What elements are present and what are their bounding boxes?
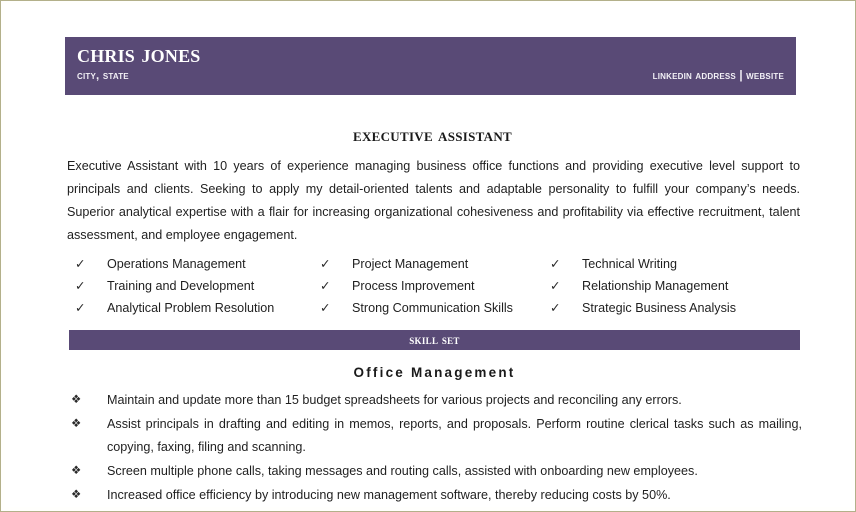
skill-item: ✓ Strategic Business Analysis [544, 300, 800, 322]
diamond-bullet-icon: ❖ [71, 489, 82, 501]
resume-page-body: Chris Jones City, State LinkedIn Address… [5, 5, 851, 507]
header-banner: Chris Jones City, State LinkedIn Address… [65, 37, 796, 95]
list-item-text: Screen multiple phone calls, taking mess… [107, 464, 698, 478]
skill-item: ✓ Project Management [314, 256, 544, 278]
skill-label: Process Improvement [352, 279, 475, 293]
skill-item: ✓ Strong Communication Skills [314, 300, 544, 322]
list-item-text: Assist principals in drafting and editin… [107, 417, 802, 454]
list-item-text: Increased office efficiency by introduci… [107, 488, 671, 502]
skill-item: ✓ Process Improvement [314, 278, 544, 300]
check-icon: ✓ [550, 257, 561, 271]
skill-item: ✓ Technical Writing [544, 256, 800, 278]
check-icon: ✓ [320, 279, 331, 293]
section-bar-skill-set: Skill set [69, 330, 800, 350]
list-item: ❖ Maintain and update more than 15 budge… [67, 389, 802, 412]
candidate-links[interactable]: LinkedIn Address | Website [653, 70, 786, 82]
list-item-text: Maintain and update more than 15 budget … [107, 393, 682, 407]
check-icon: ✓ [550, 301, 561, 315]
skill-item: ✓ Training and Development [69, 278, 314, 300]
check-icon: ✓ [75, 301, 86, 315]
check-icon: ✓ [320, 257, 331, 271]
skill-item: ✓ Operations Management [69, 256, 314, 278]
professional-summary: Executive Assistant with 10 years of exp… [67, 159, 800, 242]
list-item: ❖ Screen multiple phone calls, taking me… [67, 460, 802, 483]
check-icon: ✓ [75, 257, 86, 271]
skill-item: ✓ Relationship Management [544, 278, 800, 300]
list-item: ❖ Increased office efficiency by introdu… [67, 484, 802, 507]
skill-label: Technical Writing [582, 257, 677, 271]
skill-label: Strong Communication Skills [352, 301, 513, 315]
job-title: Executive Assistant [352, 125, 513, 146]
check-icon: ✓ [550, 279, 561, 293]
skill-label: Project Management [352, 257, 469, 271]
skill-label: Strategic Business Analysis [582, 301, 736, 315]
resume-page: Chris Jones City, State LinkedIn Address… [0, 0, 856, 512]
check-icon: ✓ [75, 279, 86, 293]
skill-label: Operations Management [107, 257, 246, 271]
diamond-bullet-icon: ❖ [71, 418, 82, 430]
candidate-name: Chris Jones [77, 41, 201, 68]
subsection-heading: Office Management [353, 365, 516, 380]
header-contact-row: City, State LinkedIn Address | Website [77, 70, 786, 82]
core-skills-grid: ✓ Operations Management ✓ Project Manage… [69, 256, 800, 322]
responsibility-list: ❖ Maintain and update more than 15 budge… [67, 389, 802, 507]
diamond-bullet-icon: ❖ [71, 394, 82, 406]
skill-label: Training and Development [107, 279, 255, 293]
check-icon: ✓ [320, 301, 331, 315]
list-item: ❖ Assist principals in drafting and edit… [67, 413, 802, 459]
skill-label: Analytical Problem Resolution [107, 301, 275, 315]
skill-label: Relationship Management [582, 279, 729, 293]
candidate-location: City, State [77, 70, 129, 82]
diamond-bullet-icon: ❖ [71, 465, 82, 477]
skill-item: ✓ Analytical Problem Resolution [69, 300, 314, 322]
